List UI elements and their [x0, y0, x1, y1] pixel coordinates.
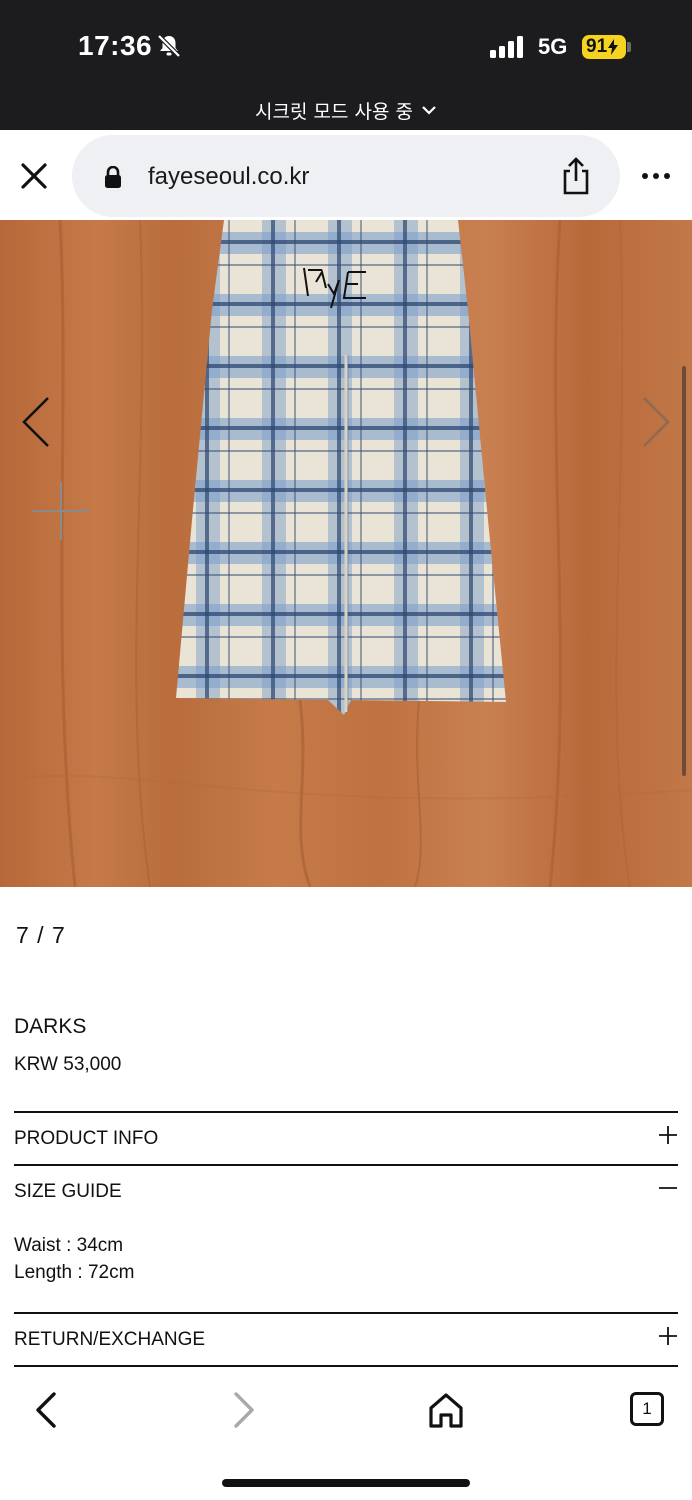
private-mode-bar[interactable]: 시크릿 모드 사용 중 — [0, 90, 692, 130]
size-length: Length : 72cm — [14, 1262, 135, 1283]
forward-icon[interactable] — [224, 1390, 264, 1430]
chevron-left-icon[interactable] — [20, 396, 52, 448]
address-bar[interactable]: fayeseoul.co.kr — [72, 135, 620, 217]
product-price: KRW 53,000 — [14, 1054, 122, 1075]
network-label: 5G — [538, 34, 568, 59]
size-waist: Waist : 34cm — [14, 1235, 124, 1256]
lock-icon — [105, 166, 121, 188]
plus-icon[interactable] — [656, 1324, 680, 1348]
signal-icon — [490, 36, 523, 58]
scrollbar[interactable] — [682, 366, 686, 776]
close-icon[interactable] — [18, 160, 50, 192]
battery-level: 91 — [586, 36, 608, 57]
divider — [14, 1111, 678, 1113]
battery-charging-icon — [608, 39, 619, 55]
chevron-down-icon — [422, 106, 436, 115]
plus-icon — [32, 482, 90, 540]
browser-toolbar: 1 — [0, 1368, 692, 1500]
divider — [14, 1164, 678, 1166]
chevron-right-icon[interactable] — [640, 396, 672, 448]
more-icon[interactable] — [640, 166, 672, 186]
image-counter: 7 / 7 — [16, 922, 66, 948]
bell-slash-icon — [157, 34, 181, 58]
share-icon[interactable] — [560, 157, 592, 195]
minus-icon[interactable] — [656, 1176, 680, 1200]
status-bar: 17:36 5G 91 — [0, 0, 692, 90]
plaid-skirt — [176, 220, 506, 715]
home-icon[interactable] — [426, 1390, 466, 1430]
divider — [14, 1365, 678, 1367]
accordion-product-info[interactable]: PRODUCT INFO — [14, 1128, 158, 1150]
product-name: DARKS — [14, 1015, 87, 1038]
product-image[interactable] — [0, 220, 692, 887]
battery-tip — [627, 42, 631, 52]
home-indicator — [222, 1479, 470, 1487]
accordion-return-exchange[interactable]: RETURN/EXCHANGE — [14, 1329, 205, 1351]
battery-indicator: 91 — [582, 35, 626, 59]
divider — [14, 1312, 678, 1314]
back-icon[interactable] — [26, 1390, 66, 1430]
accordion-size-guide[interactable]: SIZE GUIDE — [14, 1181, 122, 1203]
url-text[interactable]: fayeseoul.co.kr — [148, 163, 309, 191]
browser-address-area: fayeseoul.co.kr — [0, 130, 692, 220]
status-time: 17:36 — [78, 30, 153, 61]
private-mode-label: 시크릿 모드 사용 중 — [255, 100, 413, 123]
plus-icon[interactable] — [656, 1123, 680, 1147]
tab-count: 1 — [642, 1399, 652, 1418]
tabs-icon[interactable]: 1 — [630, 1392, 664, 1426]
